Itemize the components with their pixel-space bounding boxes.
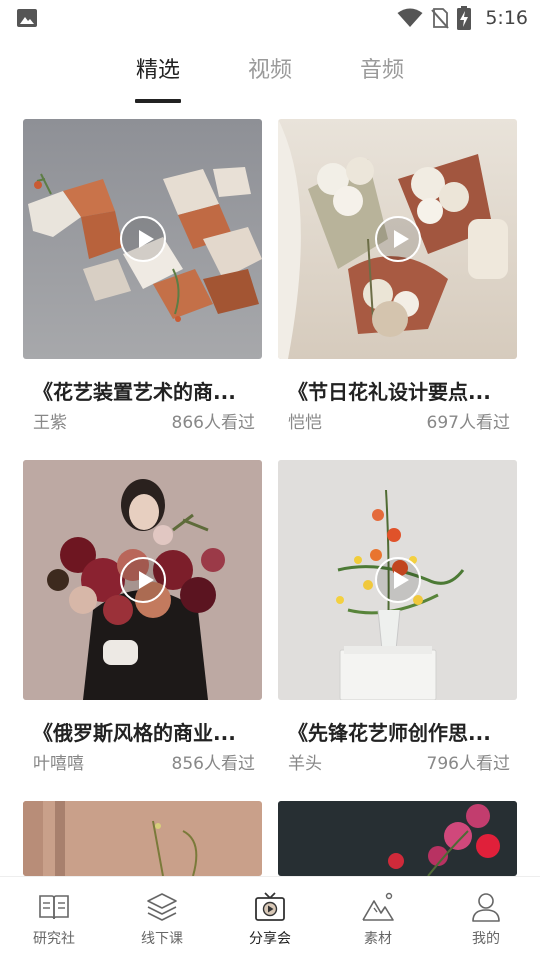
card-title[interactable]: 《先锋花艺师创作思... [288,717,513,746]
nav-item-offline-class[interactable]: 线下课 [117,877,207,960]
card-views: 856人看过 [171,754,255,774]
card-views: 866人看过 [171,413,255,433]
card-title[interactable]: 《花艺装置艺术的商... [33,376,258,405]
card-author: 羊头 [288,754,322,774]
card-meta: 王紫 866人看过 [33,408,255,433]
card-title[interactable]: 《节日花礼设计要点... [288,376,513,405]
tab-video[interactable]: 视频 [230,52,310,84]
video-thumbnail[interactable] [278,119,517,359]
battery-charging-icon [457,6,472,30]
card-meta: 羊头 796人看过 [288,749,510,774]
nav-label: 研究社 [33,931,75,947]
wifi-icon [397,8,423,27]
mountain-icon [362,892,394,921]
bottom-nav: 研究社 线下课 分享会 素材 我的 [0,876,540,960]
video-thumbnail[interactable] [278,460,517,700]
tab-featured[interactable]: 精选 [118,52,198,84]
video-thumbnail[interactable] [23,460,262,700]
card-title[interactable]: 《俄罗斯风格的商业... [33,717,258,746]
nav-item-research[interactable]: 研究社 [9,877,99,960]
nav-item-materials[interactable]: 素材 [333,877,423,960]
no-sim-icon [431,8,450,29]
card-views: 697人看过 [426,413,510,433]
card-author: 王紫 [33,413,67,433]
video-thumbnail[interactable] [278,801,517,876]
card-author: 恺恺 [288,413,322,433]
tab-indicator [135,99,181,103]
book-icon [39,895,69,920]
play-button[interactable] [375,557,421,603]
play-button[interactable] [120,557,166,603]
card-author: 叶嘻嘻 [33,754,84,774]
nav-label: 我的 [472,931,500,947]
nav-item-share[interactable]: 分享会 [225,877,315,960]
video-thumbnail[interactable] [23,119,262,359]
person-icon [472,893,500,922]
card-meta: 恺恺 697人看过 [288,408,510,433]
status-time: 5:16 [485,7,528,29]
play-button[interactable] [120,216,166,262]
nav-label: 分享会 [249,931,291,947]
card-meta: 叶嘻嘻 856人看过 [33,749,255,774]
nav-label: 素材 [364,931,392,947]
content-tabs: 精选 视频 音频 [0,52,540,108]
video-thumbnail[interactable] [23,801,262,876]
gallery-icon [17,9,37,27]
layers-icon [147,893,177,921]
play-button[interactable] [375,216,421,262]
nav-label: 线下课 [141,931,183,947]
card-views: 796人看过 [426,754,510,774]
tab-audio[interactable]: 音频 [342,52,422,84]
nav-item-profile[interactable]: 我的 [441,877,531,960]
tv-play-icon [255,892,285,921]
status-bar: 5:16 [0,0,540,36]
